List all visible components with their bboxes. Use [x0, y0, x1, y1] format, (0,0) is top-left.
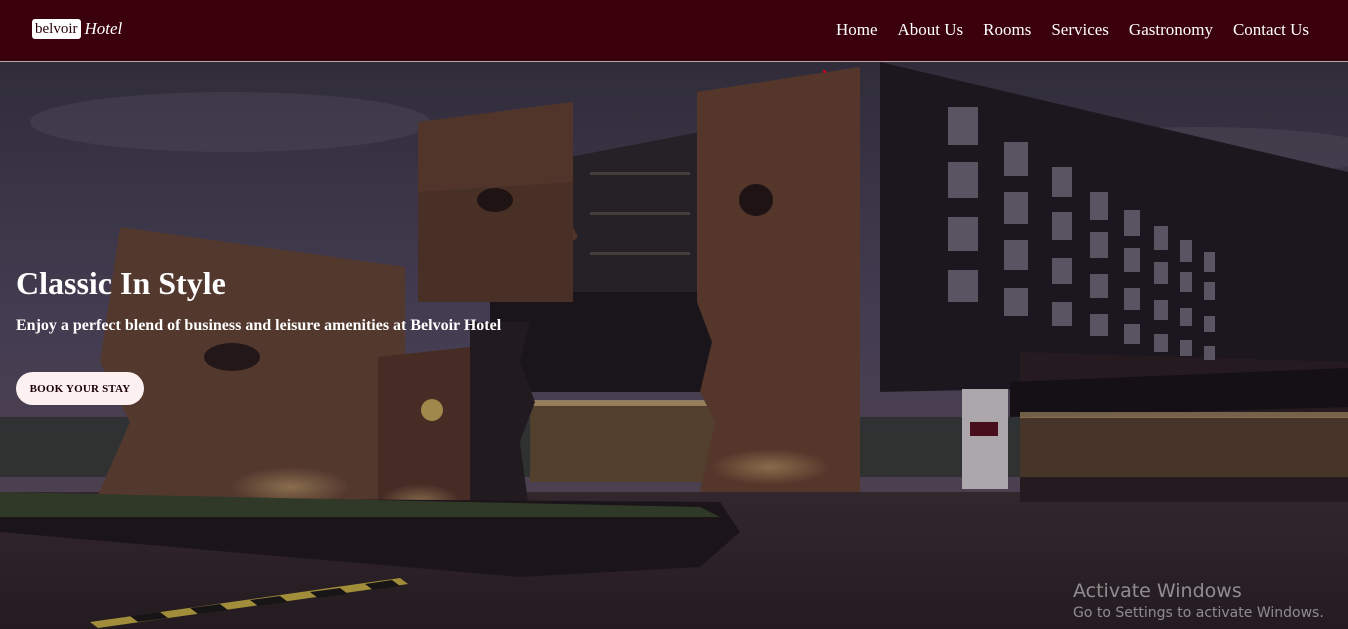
hero-dark-overlay: [0, 62, 1348, 629]
page: belvoir Hotel Home About Us Rooms Servic…: [0, 0, 1348, 629]
watermark-title: Activate Windows: [1073, 580, 1242, 602]
nav-services[interactable]: Services: [1051, 20, 1109, 40]
hero-section: Classic In Style Enjoy a perfect blend o…: [0, 62, 1348, 629]
nav-gastronomy[interactable]: Gastronomy: [1129, 20, 1213, 40]
watermark-subtitle: Go to Settings to activate Windows.: [1073, 605, 1324, 621]
red-dot-marker: [823, 70, 826, 73]
hero-title: Classic In Style: [16, 265, 226, 301]
windows-activation-watermark: Activate Windows Go to Settings to activ…: [1073, 579, 1324, 623]
nav-rooms[interactable]: Rooms: [983, 20, 1031, 40]
nav-home[interactable]: Home: [836, 20, 878, 40]
book-your-stay-button[interactable]: BOOK YOUR STAY: [16, 372, 144, 405]
nav-links: Home About Us Rooms Services Gastronomy …: [816, 20, 1309, 40]
brand-logo[interactable]: belvoir Hotel: [32, 19, 122, 39]
brand-suffix: Hotel: [84, 19, 123, 38]
hero-subtitle: Enjoy a perfect blend of business and le…: [16, 317, 502, 334]
nav-contact-us[interactable]: Contact Us: [1233, 20, 1309, 40]
navbar: belvoir Hotel Home About Us Rooms Servic…: [0, 0, 1348, 62]
nav-about-us[interactable]: About Us: [897, 20, 963, 40]
brand-box-text: belvoir: [32, 19, 81, 39]
